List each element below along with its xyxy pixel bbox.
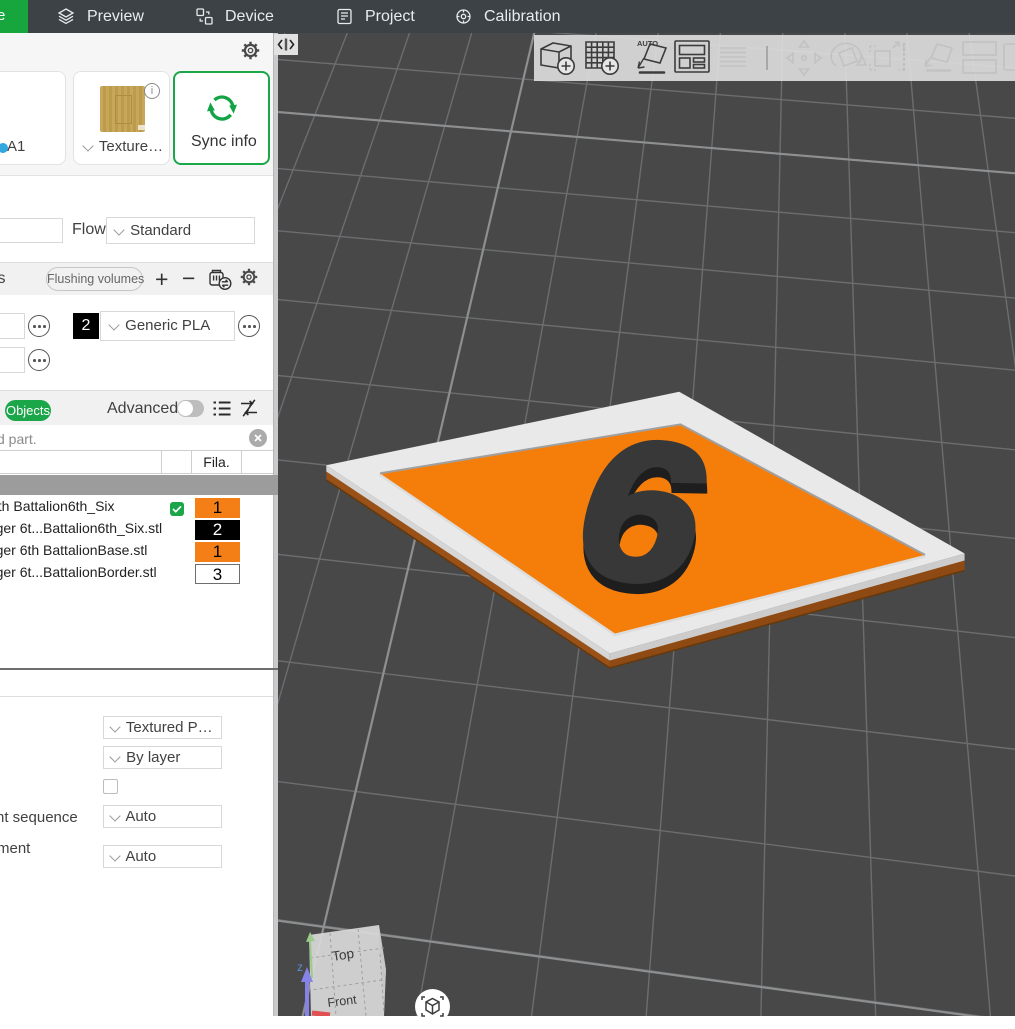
svg-text:AUTO: AUTO [637, 39, 658, 48]
svg-text:z: z [297, 960, 303, 974]
